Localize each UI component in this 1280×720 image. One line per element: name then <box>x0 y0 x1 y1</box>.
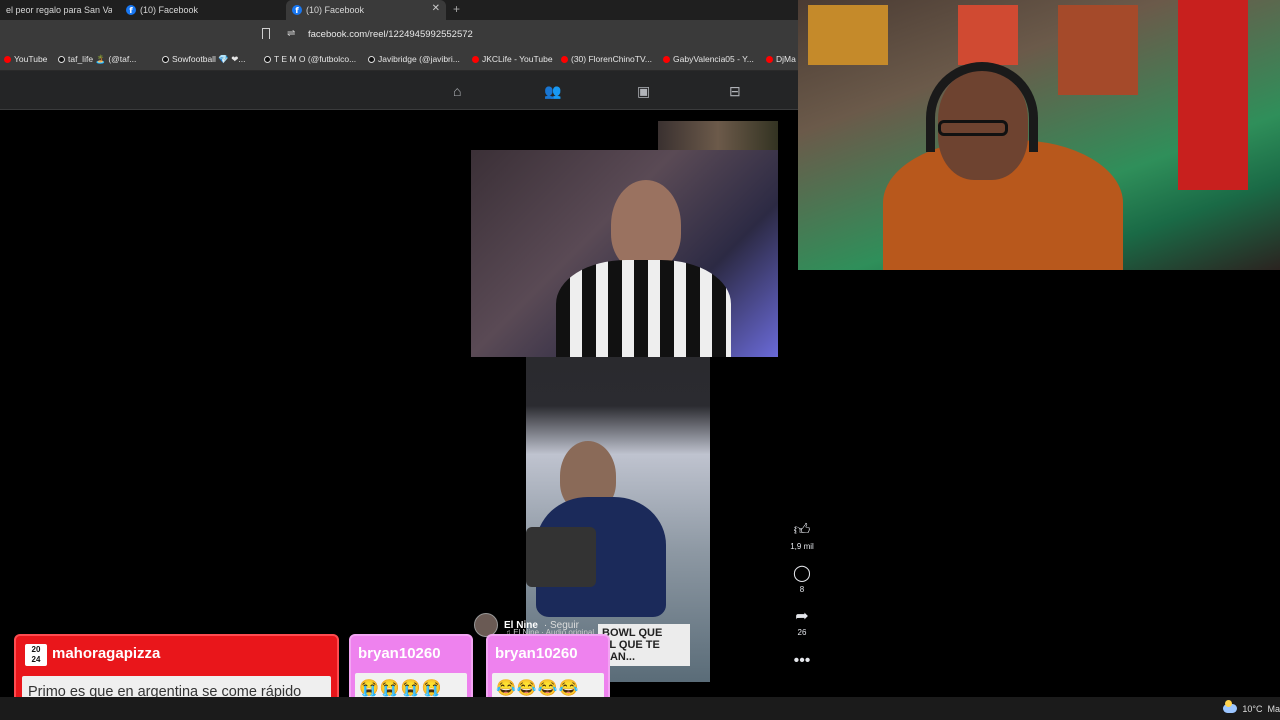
share-icon: ➦ <box>795 608 809 625</box>
partly-cloudy-icon <box>1223 700 1238 713</box>
close-tab-icon[interactable]: ✕ <box>432 3 440 14</box>
youtube-icon <box>561 55 568 63</box>
bookmark-florenchino[interactable]: (30) FlorenChinoTV... <box>561 54 652 64</box>
tab-bar: el peor regalo para San Valen f (10) Fac… <box>0 0 798 20</box>
bookmark-label: T E M O (@futbolco... <box>274 54 357 64</box>
tab-facebook-1[interactable]: f (10) Facebook <box>120 0 280 20</box>
weather-widget[interactable]: 10°C Ma <box>1223 697 1280 720</box>
weather-text: Ma <box>1267 703 1280 714</box>
comment-count: 8 <box>799 585 805 594</box>
bookmark-youtube[interactable]: YouTube <box>4 54 47 64</box>
tab-label: (10) Facebook <box>306 5 365 15</box>
tiktok-icon <box>264 55 271 63</box>
bookmark-label: Sowfootball 💎 ❤... <box>172 54 246 64</box>
bookmarks-bar: YouTube taf_life 🏝️ (@taf... Sowfootball… <box>0 48 798 71</box>
bookmark-gabyvalencia[interactable]: GabyValencia05 - Y... <box>663 54 754 64</box>
bookmark-label: Javibridge (@javibri... <box>378 54 460 64</box>
comment-button[interactable]: ◯ 8 <box>786 565 818 594</box>
like-button[interactable]: 👍︎ 1,9 mil <box>786 522 818 551</box>
temperature: 10°C <box>1242 703 1263 714</box>
more-icon: ••• <box>793 652 811 669</box>
url-field[interactable]: facebook.com/reel/1224945992552572 <box>308 29 473 40</box>
hanging-jersey <box>1178 0 1248 190</box>
caption-text: BOWL QUE EL QUE TE DAN... <box>602 627 663 663</box>
marketplace-icon[interactable]: ⊟ <box>729 83 741 100</box>
comment-icon: ◯ <box>793 565 811 582</box>
bookmark-icon[interactable] <box>262 28 270 42</box>
share-count: 26 <box>797 628 807 637</box>
reel-caption-overlay: BOWL QUE EL QUE TE DAN... <box>598 624 690 666</box>
taskbar: 10°C Ma <box>0 697 1280 720</box>
new-tab-button[interactable]: + <box>453 2 460 16</box>
like-count: 1,9 mil <box>790 542 814 551</box>
tiktok-icon <box>368 55 375 63</box>
tab-label: el peor regalo para San Valen <box>6 5 112 15</box>
headphones <box>926 62 1038 152</box>
poster <box>808 5 888 65</box>
bookmark-sowfootball[interactable]: Sowfootball 💎 ❤... <box>162 54 245 65</box>
site-info-icon[interactable]: ⇌ <box>287 28 295 39</box>
poster <box>958 5 1018 65</box>
streamer-webcam <box>798 0 1280 270</box>
bookmark-label: JKCLife - YouTube <box>482 54 553 64</box>
tab-valentine[interactable]: el peor regalo para San Valen <box>0 0 112 20</box>
reel-top-strip <box>658 121 778 150</box>
glasses <box>938 120 1008 136</box>
tiktok-icon <box>58 56 65 63</box>
bookmark-jkclife[interactable]: JKCLife - YouTube <box>472 54 553 64</box>
bookmark-temo[interactable]: T E M O (@futbolco... <box>264 54 356 64</box>
bookmark-label: DjMa <box>776 54 796 64</box>
bookmark-label: YouTube <box>14 54 48 64</box>
bookmark-djma[interactable]: DjMa <box>766 54 796 64</box>
youtube-icon <box>663 55 670 63</box>
tab-facebook-active[interactable]: f (10) Facebook ✕ <box>286 0 446 20</box>
chat-username: bryan10260 <box>495 645 578 662</box>
chat-username: mahoragapizza <box>52 645 161 662</box>
home-icon[interactable]: ⌂ <box>453 83 461 99</box>
person-top-face <box>611 180 681 270</box>
address-bar: ⇌ facebook.com/reel/1224945992552572 <box>0 20 798 48</box>
bookmark-taf-life[interactable]: taf_life 🏝️ (@taf... <box>58 54 136 65</box>
laptop <box>526 527 596 587</box>
bookmark-label: (30) FlorenChinoTV... <box>571 54 652 64</box>
watch-icon[interactable]: ▣ <box>637 83 650 100</box>
youtube-icon <box>472 55 479 63</box>
tiktok-icon <box>162 56 169 63</box>
youtube-icon <box>4 55 11 63</box>
share-button[interactable]: ➦ 26 <box>786 608 818 637</box>
facebook-icon: f <box>126 5 136 15</box>
bookmark-label: GabyValencia05 - Y... <box>673 54 754 64</box>
facebook-icon: f <box>292 5 302 15</box>
poster <box>1058 5 1138 95</box>
person-top-shirt <box>556 260 731 357</box>
tab-label: (10) Facebook <box>140 5 199 15</box>
thumbs-up-icon: 👍︎ <box>793 522 811 539</box>
bookmark-javibridge[interactable]: Javibridge (@javibri... <box>368 54 460 64</box>
year-badge: 20 24 <box>25 644 47 666</box>
youtube-icon <box>766 55 773 63</box>
reel-video-top[interactable] <box>471 150 778 357</box>
more-options-button[interactable]: ••• <box>786 652 818 670</box>
facebook-top-nav: ⌂ 👥 ▣ ⊟ <box>0 71 798 110</box>
friends-icon[interactable]: 👥 <box>544 83 561 100</box>
bookmark-label: taf_life 🏝️ (@taf... <box>68 54 137 64</box>
chat-username: bryan10260 <box>358 645 441 662</box>
